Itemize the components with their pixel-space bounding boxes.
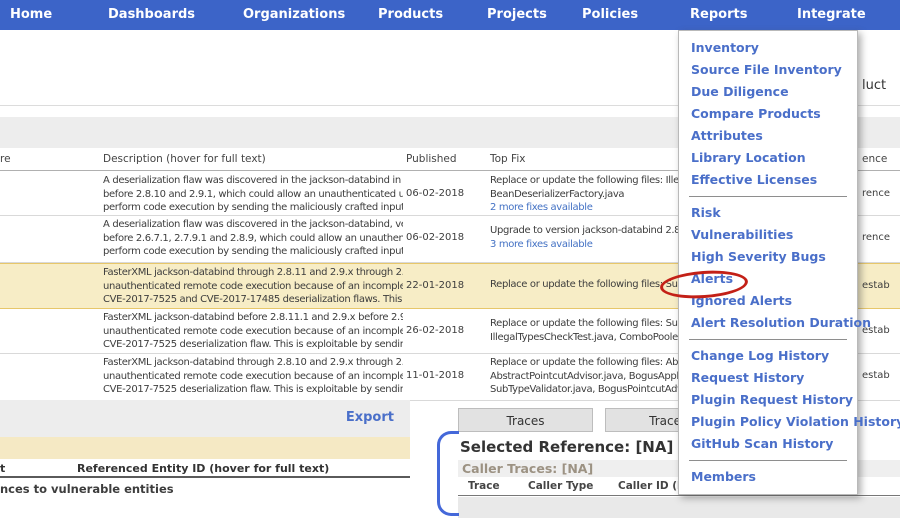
- references-table-header: t Referenced Entity ID (hover for full t…: [0, 459, 410, 478]
- reports-dropdown-menu: Inventory Source File Inventory Due Dili…: [678, 30, 858, 495]
- col-trace: Trace: [468, 480, 500, 492]
- referenced-entity-id-header: Referenced Entity ID (hover for full tex…: [77, 462, 329, 475]
- vuln-description: A deserialization flaw was discovered in…: [103, 218, 403, 259]
- vuln-description: FasterXML jackson-databind through 2.8.1…: [103, 356, 403, 397]
- menu-item-members[interactable]: Members: [679, 466, 857, 488]
- export-button[interactable]: Export: [346, 410, 394, 425]
- nav-item-organizations[interactable]: Organizations: [243, 0, 345, 30]
- nav-item-integrate[interactable]: Integrate: [797, 0, 866, 30]
- nav-item-dashboards[interactable]: Dashboards: [108, 0, 195, 30]
- menu-item-source-file-inventory[interactable]: Source File Inventory: [679, 59, 857, 81]
- menu-item-plugin-policy-violation-history[interactable]: Plugin Policy Violation History: [679, 411, 857, 433]
- reference-partial: estab: [862, 370, 890, 381]
- col-score-partial: re: [0, 153, 11, 165]
- references-panel-toolbar: Export: [0, 400, 410, 437]
- top-fix-cell: Upgrade to version jackson-databind 2.8.…: [490, 224, 690, 251]
- vuln-description: FasterXML jackson-databind before 2.8.11…: [103, 311, 403, 352]
- menu-divider: [689, 460, 847, 461]
- menu-item-plugin-request-history[interactable]: Plugin Request History: [679, 389, 857, 411]
- menu-item-due-diligence[interactable]: Due Diligence: [679, 81, 857, 103]
- vuln-description: FasterXML jackson-databind through 2.8.1…: [103, 266, 403, 307]
- references-panel-highlight-band: [0, 437, 410, 459]
- published-date: 22-01-2018: [406, 280, 464, 291]
- top-fix-cell: Replace or update the following files: I…: [490, 174, 690, 215]
- menu-item-github-scan-history[interactable]: GitHub Scan History: [679, 433, 857, 455]
- published-date: 26-02-2018: [406, 325, 464, 336]
- published-date: 11-01-2018: [406, 370, 464, 381]
- references-col-partial: t: [0, 462, 5, 475]
- blue-bracket-annotation: [437, 431, 459, 516]
- menu-item-vulnerabilities[interactable]: Vulnerabilities: [679, 224, 857, 246]
- published-date: 06-02-2018: [406, 188, 464, 199]
- menu-item-attributes[interactable]: Attributes: [679, 125, 857, 147]
- menu-divider: [689, 339, 847, 340]
- menu-item-high-severity-bugs[interactable]: High Severity Bugs: [679, 246, 857, 268]
- tab-traces[interactable]: Traces: [458, 408, 593, 432]
- nav-item-home[interactable]: Home: [10, 0, 52, 30]
- menu-divider: [689, 196, 847, 197]
- col-description: Description (hover for full text): [103, 153, 266, 165]
- menu-item-alert-resolution-duration[interactable]: Alert Resolution Duration: [679, 312, 857, 334]
- col-caller-type: Caller Type: [528, 480, 593, 492]
- top-fix-cell: Replace or update the following files: S…: [490, 317, 690, 344]
- col-published: Published: [406, 153, 457, 165]
- top-navbar: Home Dashboards Organizations Products P…: [0, 0, 900, 30]
- vuln-description: A deserialization flaw was discovered in…: [103, 174, 403, 215]
- menu-item-inventory[interactable]: Inventory: [679, 37, 857, 59]
- menu-item-risk[interactable]: Risk: [679, 202, 857, 224]
- selected-reference-label: Selected Reference: [NA]: [460, 438, 673, 456]
- top-fix-cell: Replace or update the following files: A…: [490, 356, 690, 397]
- more-fixes-link[interactable]: 3 more fixes available: [490, 238, 690, 252]
- nav-item-policies[interactable]: Policies: [582, 0, 638, 30]
- caller-traces-empty-area: [458, 497, 900, 518]
- caller-traces-label: Caller Traces: [NA]: [462, 461, 593, 476]
- app-window: Home Dashboards Organizations Products P…: [0, 0, 900, 518]
- nav-item-reports[interactable]: Reports: [690, 0, 747, 30]
- reference-partial: rence: [862, 188, 890, 199]
- nav-item-projects[interactable]: Projects: [487, 0, 547, 30]
- menu-item-change-log-history[interactable]: Change Log History: [679, 345, 857, 367]
- menu-item-library-location[interactable]: Library Location: [679, 147, 857, 169]
- more-fixes-link[interactable]: 2 more fixes available: [490, 201, 690, 215]
- col-reference-partial: ence: [862, 153, 887, 165]
- col-top-fix: Top Fix: [490, 153, 525, 165]
- menu-item-effective-licenses[interactable]: Effective Licenses: [679, 169, 857, 191]
- menu-item-request-history[interactable]: Request History: [679, 367, 857, 389]
- published-date: 06-02-2018: [406, 232, 464, 243]
- page-heading-partial: luct: [862, 78, 886, 93]
- menu-item-compare-products[interactable]: Compare Products: [679, 103, 857, 125]
- references-empty-text: nces to vulnerable entities: [0, 482, 174, 496]
- reference-partial: rence: [862, 232, 890, 243]
- reference-partial: estab: [862, 280, 890, 291]
- nav-item-products[interactable]: Products: [378, 0, 443, 30]
